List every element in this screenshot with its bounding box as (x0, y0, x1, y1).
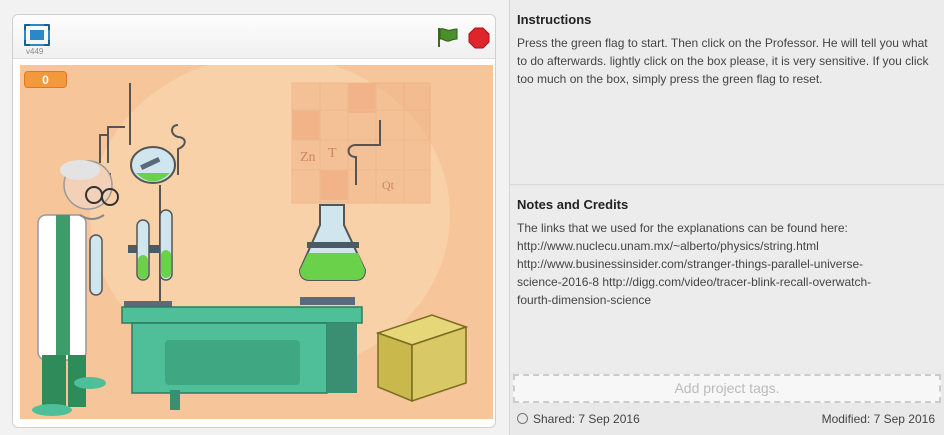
share-icon (517, 413, 528, 424)
instructions-section: Instructions Press the green flag to sta… (510, 0, 944, 185)
project-stage[interactable]: Zn T Qt 0 (20, 65, 493, 419)
player-version: v449 (26, 47, 44, 56)
stop-icon[interactable] (468, 27, 490, 49)
project-info-panel: Instructions Press the green flag to sta… (509, 0, 944, 435)
project-dates: Shared: 7 Sep 2016 Modified: 7 Sep 2016 (510, 405, 944, 435)
notes-section: Notes and Credits The links that we used… (510, 186, 944, 372)
instructions-heading: Instructions (517, 12, 592, 27)
notes-heading: Notes and Credits (517, 197, 629, 212)
stage-scene: Zn T Qt (20, 65, 493, 419)
project-page: v449 Zn T Qt 0 Instructions Press the gr… (0, 0, 944, 435)
fullscreen-icon[interactable] (24, 24, 50, 46)
mystery-box (375, 314, 469, 403)
instructions-text: Press the green flag to start. Then clic… (517, 36, 929, 86)
add-tags-input[interactable]: Add project tags. (513, 374, 941, 403)
notes-text: The links that we used for the explanati… (517, 221, 872, 307)
project-player: v449 Zn T Qt 0 (12, 14, 496, 428)
wall-glyph: Zn (300, 150, 316, 165)
green-flag-icon[interactable] (435, 26, 459, 48)
wall-tiles (291, 82, 431, 204)
wall-glyph: T (328, 146, 337, 161)
shared-date-text: Shared: 7 Sep 2016 (533, 412, 640, 426)
modified-date: Modified: 7 Sep 2016 (821, 412, 935, 426)
score-counter: 0 (24, 71, 67, 88)
player-controls-bar: v449 (13, 15, 495, 59)
shared-date: Shared: 7 Sep 2016 (517, 412, 640, 426)
wall-glyph: Qt (382, 178, 395, 192)
